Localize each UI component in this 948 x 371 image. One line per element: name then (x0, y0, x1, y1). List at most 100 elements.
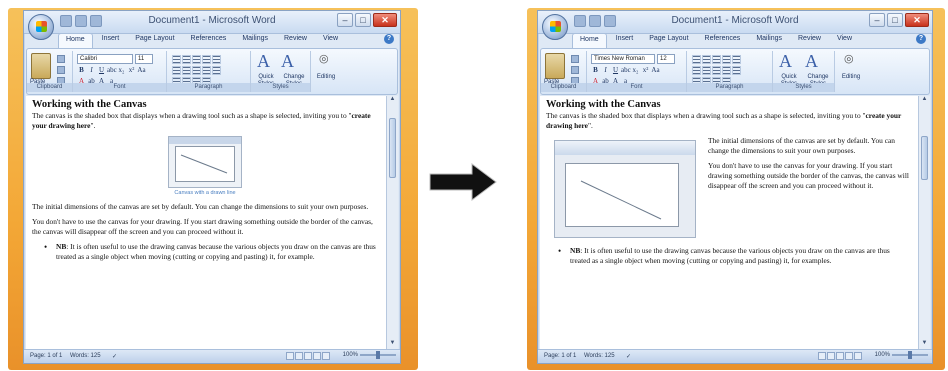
document-page[interactable]: Working with the Canvas The canvas is th… (540, 96, 918, 349)
numbering-icon[interactable] (702, 55, 711, 64)
proofing-icon[interactable]: ✓ (112, 353, 117, 360)
minimize-button[interactable]: – (337, 13, 353, 27)
cut-icon[interactable] (571, 55, 579, 63)
cut-icon[interactable] (57, 55, 65, 63)
full-screen-icon[interactable] (295, 352, 303, 360)
full-screen-icon[interactable] (827, 352, 835, 360)
subscript-icon[interactable]: x₂ (117, 66, 126, 75)
bullets-icon[interactable] (692, 55, 701, 64)
italic-icon[interactable]: I (601, 66, 610, 75)
align-left-icon[interactable] (692, 66, 701, 75)
change-styles-icon[interactable]: A (805, 51, 818, 72)
clear-format-icon[interactable]: Aa (651, 66, 660, 75)
editing-label[interactable]: Editing (313, 74, 339, 81)
increase-indent-icon[interactable] (212, 55, 221, 64)
underline-icon[interactable]: U (97, 66, 106, 75)
italic-icon[interactable]: I (87, 66, 96, 75)
binoculars-icon[interactable]: ◎ (844, 52, 854, 65)
decrease-indent-icon[interactable] (722, 55, 731, 64)
print-layout-icon[interactable] (286, 352, 294, 360)
tab-references[interactable]: References (698, 33, 748, 48)
tab-home[interactable]: Home (572, 33, 607, 48)
quick-styles-icon[interactable]: A (779, 51, 792, 72)
align-left-icon[interactable] (172, 66, 181, 75)
quick-styles-icon[interactable]: A (257, 51, 270, 72)
superscript-icon[interactable]: x² (641, 66, 650, 75)
copy-icon[interactable] (57, 66, 65, 74)
multilevel-icon[interactable] (712, 55, 721, 64)
editing-label[interactable]: Editing (837, 74, 865, 81)
line-spacing-icon[interactable] (212, 66, 221, 75)
canvas-figure-wrapped[interactable] (554, 140, 696, 238)
tab-home[interactable]: Home (58, 33, 93, 48)
draft-icon[interactable] (854, 352, 862, 360)
web-layout-icon[interactable] (836, 352, 844, 360)
outline-icon[interactable] (313, 352, 321, 360)
tab-review[interactable]: Review (277, 33, 314, 48)
tab-mailings[interactable]: Mailings (235, 33, 275, 48)
font-name-box[interactable]: Calibri (77, 54, 133, 64)
bold-icon[interactable]: B (77, 66, 86, 75)
binoculars-icon[interactable]: ◎ (319, 52, 329, 65)
font-name-box[interactable]: Times New Roman (591, 54, 655, 64)
tab-page-layout[interactable]: Page Layout (642, 33, 695, 48)
help-icon[interactable]: ? (384, 34, 394, 44)
tab-mailings[interactable]: Mailings (749, 33, 789, 48)
underline-icon[interactable]: U (611, 66, 620, 75)
increase-indent-icon[interactable] (732, 55, 741, 64)
subscript-icon[interactable]: x₂ (631, 66, 640, 75)
multilevel-icon[interactable] (192, 55, 201, 64)
page-count[interactable]: Page: 1 of 1 (544, 353, 576, 359)
proofing-icon[interactable]: ✓ (626, 353, 631, 360)
bullets-icon[interactable] (172, 55, 181, 64)
scroll-down-icon[interactable]: ▼ (388, 340, 397, 349)
vertical-scrollbar[interactable]: ▲ ▼ (386, 96, 398, 349)
font-size-box[interactable]: 12 (657, 54, 675, 64)
tab-review[interactable]: Review (791, 33, 828, 48)
close-button[interactable]: ✕ (905, 13, 929, 27)
copy-icon[interactable] (571, 66, 579, 74)
word-count[interactable]: Words: 125 (70, 353, 101, 359)
canvas-figure[interactable] (168, 136, 242, 188)
maximize-button[interactable]: □ (887, 13, 903, 27)
center-icon[interactable] (702, 66, 711, 75)
center-icon[interactable] (182, 66, 191, 75)
word-count[interactable]: Words: 125 (584, 353, 615, 359)
scroll-thumb[interactable] (921, 136, 928, 180)
zoom-level[interactable]: 100% (343, 352, 358, 358)
zoom-knob[interactable] (908, 351, 912, 359)
draft-icon[interactable] (322, 352, 330, 360)
vertical-scrollbar[interactable]: ▲ ▼ (918, 96, 930, 349)
scroll-thumb[interactable] (389, 118, 396, 178)
strikethrough-icon[interactable]: abc (621, 66, 631, 75)
scroll-up-icon[interactable]: ▲ (388, 96, 397, 105)
web-layout-icon[interactable] (304, 352, 312, 360)
paste-icon[interactable] (31, 53, 51, 79)
font-size-box[interactable]: 11 (135, 54, 153, 64)
strikethrough-icon[interactable]: abc (107, 66, 117, 75)
zoom-slider[interactable] (360, 351, 396, 359)
help-icon[interactable]: ? (916, 34, 926, 44)
tab-page-layout[interactable]: Page Layout (128, 33, 181, 48)
scroll-up-icon[interactable]: ▲ (920, 96, 929, 105)
zoom-level[interactable]: 100% (875, 352, 890, 358)
zoom-slider[interactable] (892, 351, 928, 359)
minimize-button[interactable]: – (869, 13, 885, 27)
tab-insert[interactable]: Insert (609, 33, 641, 48)
print-layout-icon[interactable] (818, 352, 826, 360)
paste-icon[interactable] (545, 53, 565, 79)
align-right-icon[interactable] (712, 66, 721, 75)
superscript-icon[interactable]: x² (127, 66, 136, 75)
line-spacing-icon[interactable] (732, 66, 741, 75)
zoom-knob[interactable] (376, 351, 380, 359)
close-button[interactable]: ✕ (373, 13, 397, 27)
justify-icon[interactable] (722, 66, 731, 75)
align-right-icon[interactable] (192, 66, 201, 75)
maximize-button[interactable]: □ (355, 13, 371, 27)
clear-format-icon[interactable]: Aa (137, 66, 146, 75)
decrease-indent-icon[interactable] (202, 55, 211, 64)
justify-icon[interactable] (202, 66, 211, 75)
numbering-icon[interactable] (182, 55, 191, 64)
tab-view[interactable]: View (830, 33, 859, 48)
outline-icon[interactable] (845, 352, 853, 360)
